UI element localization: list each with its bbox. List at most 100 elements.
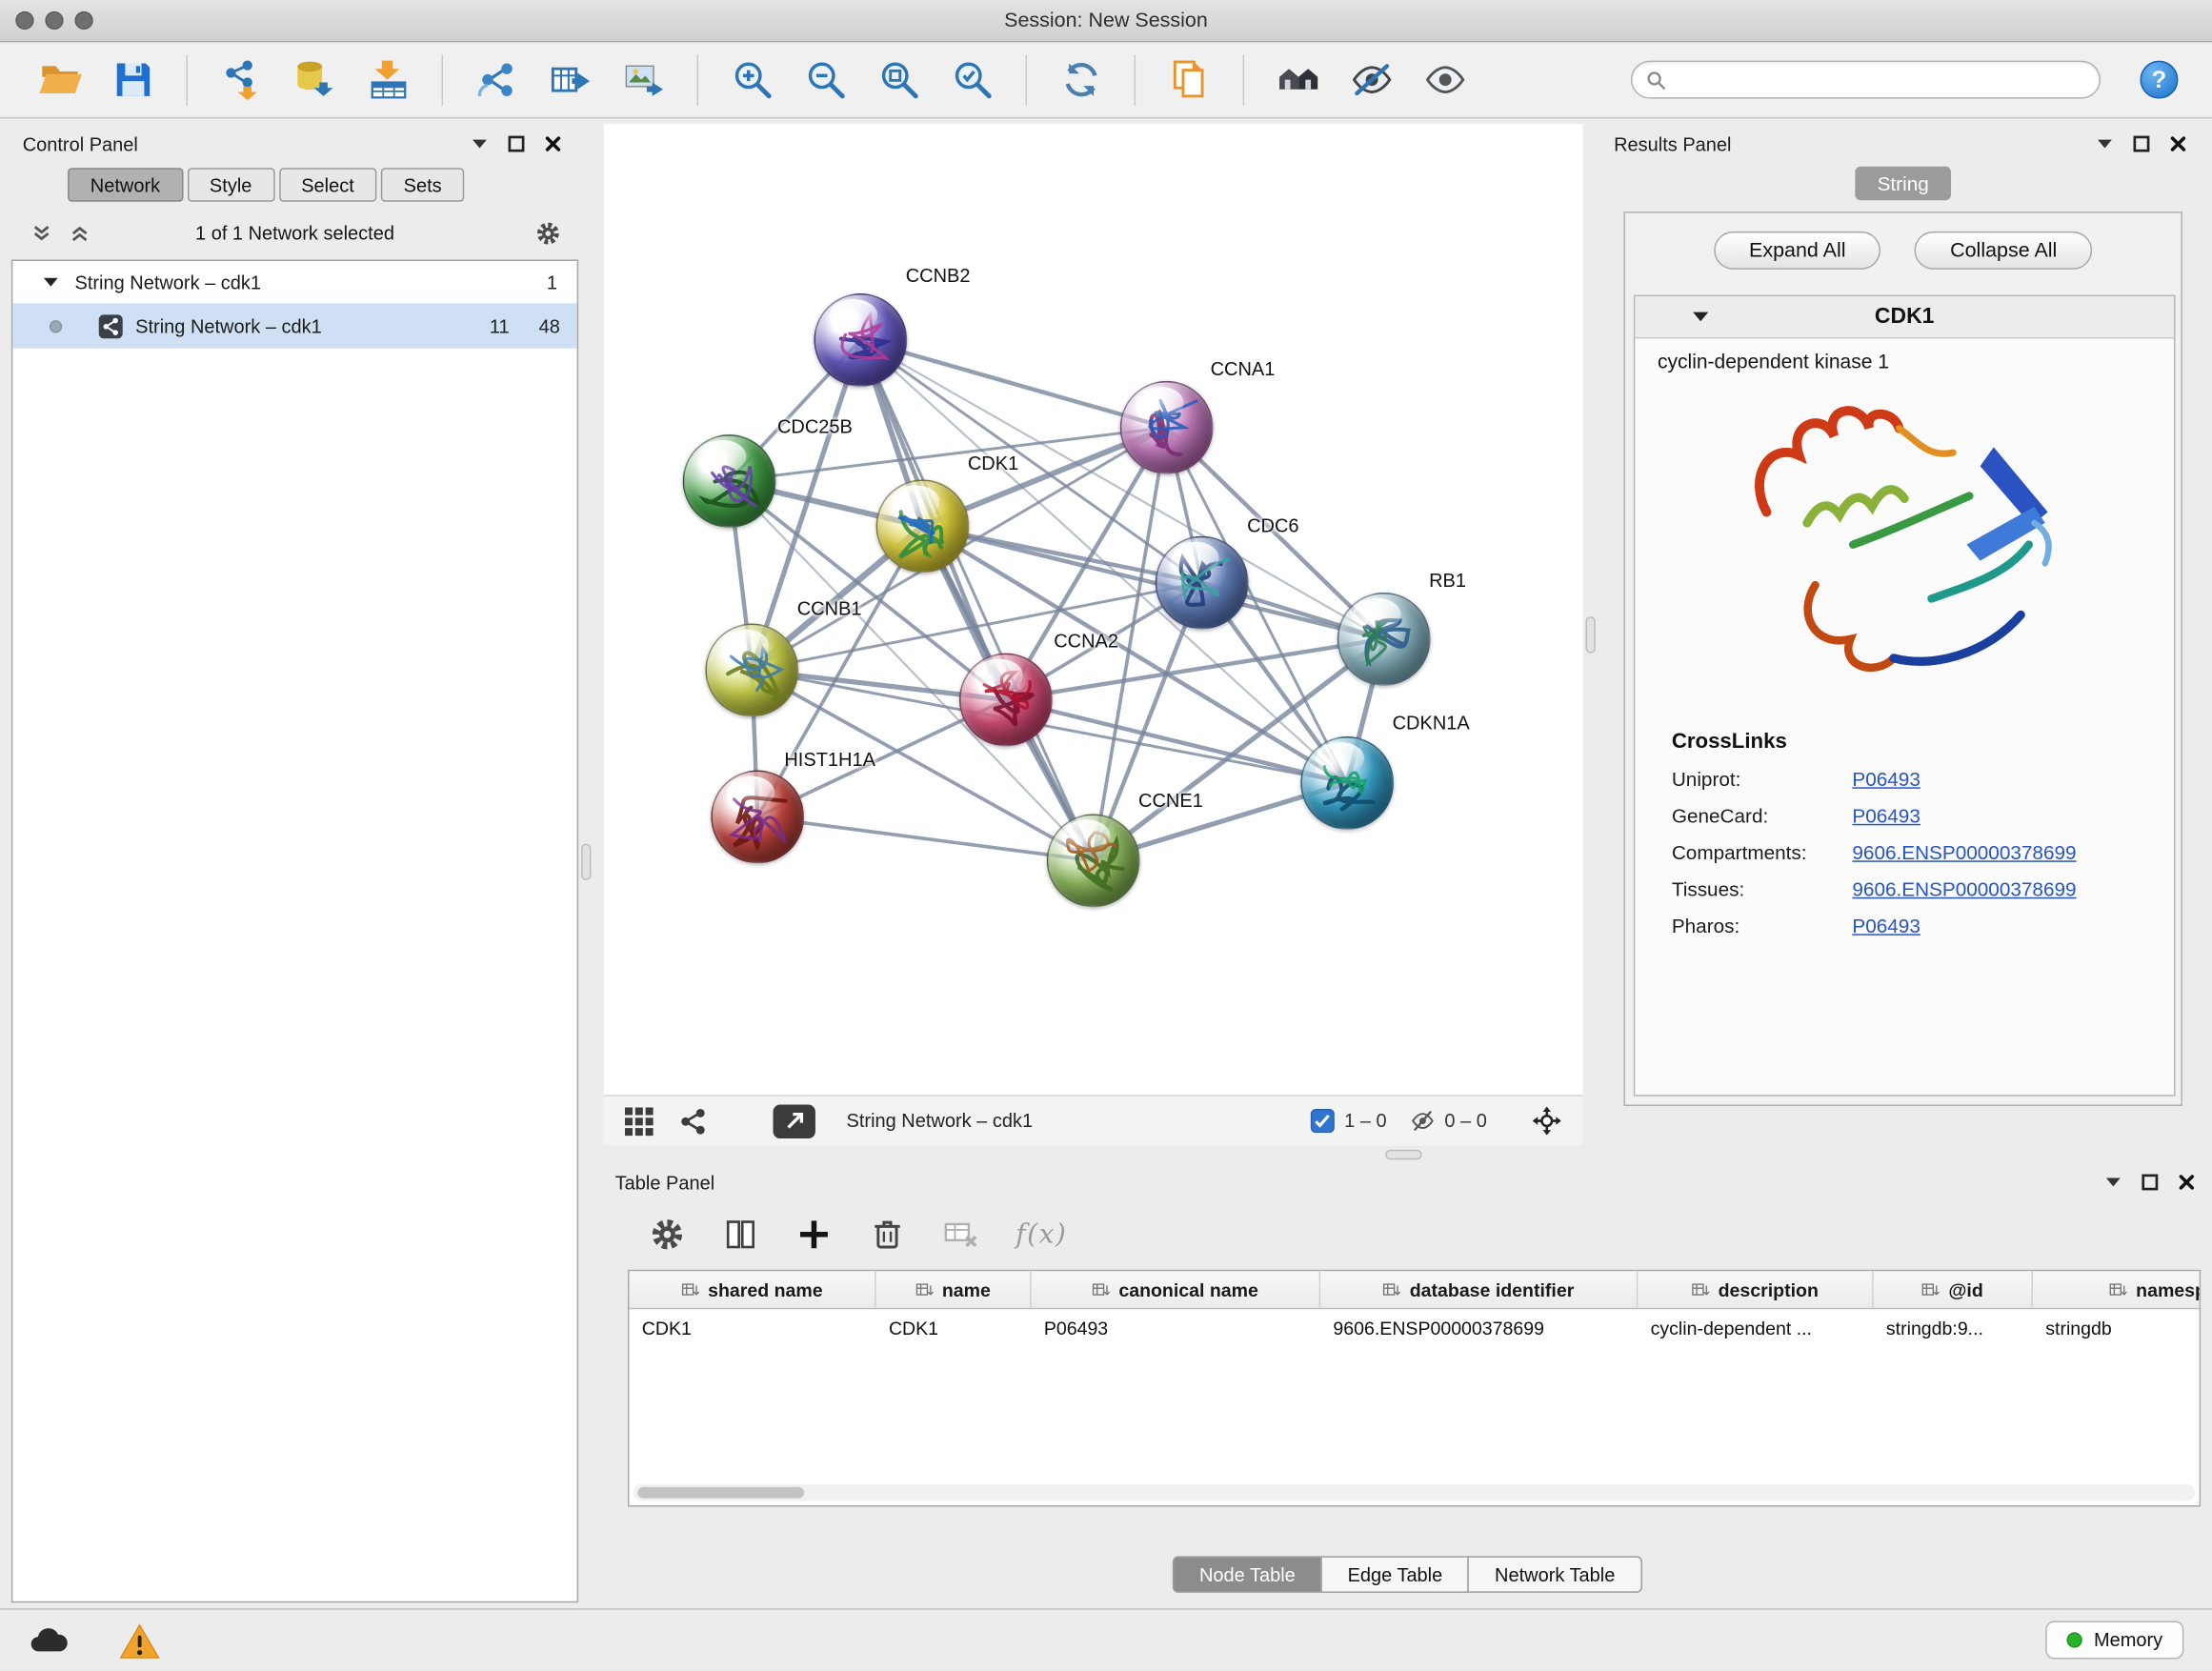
import-network-file-button[interactable] <box>213 50 270 110</box>
network-node-CCNB2[interactable] <box>814 293 907 387</box>
network-node-HIST1H1A[interactable] <box>711 771 804 864</box>
network-node-CDC6[interactable] <box>1156 536 1249 630</box>
network-node-CCNA2[interactable] <box>959 654 1053 747</box>
tab-network[interactable]: Network <box>68 168 183 202</box>
table-row[interactable]: CDK1CDK1P064939606.ENSP00000378699cyclin… <box>629 1309 2199 1346</box>
title-bar: Session: New Session <box>0 0 2212 42</box>
tab-style[interactable]: Style <box>187 168 274 202</box>
close-panel-icon[interactable] <box>2178 1174 2195 1191</box>
column-header-shared-name[interactable]: shared name <box>629 1271 875 1308</box>
column-header-namespace[interactable]: namespace <box>2033 1271 2201 1308</box>
close-panel-icon[interactable] <box>2170 135 2187 152</box>
tree-expander-icon[interactable] <box>44 276 58 288</box>
search-box[interactable] <box>1631 61 2101 99</box>
network-options-gear-icon[interactable] <box>534 219 561 246</box>
refresh-layout-button[interactable] <box>1053 50 1109 110</box>
crosslink-value[interactable]: P06493 <box>1852 915 1920 937</box>
close-window-button[interactable] <box>15 11 33 30</box>
network-node-RB1[interactable] <box>1337 593 1431 686</box>
network-node-CCNE1[interactable] <box>1047 814 1140 907</box>
memory-button[interactable]: Memory <box>2046 1621 2184 1660</box>
import-table-file-button[interactable] <box>360 50 416 110</box>
application-window: Session: New Session ? Control Panel Net… <box>0 0 2212 1670</box>
manage-columns-icon[interactable] <box>722 1217 759 1254</box>
network-node-CCNB1[interactable] <box>705 624 798 717</box>
tab-edge-table[interactable]: Edge Table <box>1320 1556 1469 1593</box>
fit-content-icon[interactable] <box>1511 1105 1563 1137</box>
tab-sets[interactable]: Sets <box>381 168 464 202</box>
network-canvas[interactable]: CCNB2CCNA1CDC25BCDK1CDC6RB1CCNB1CCNA2CDK… <box>604 124 1583 1095</box>
selected-checkbox-icon[interactable] <box>1311 1109 1335 1133</box>
crosslink-value[interactable]: 9606.ENSP00000378699 <box>1852 877 2076 900</box>
save-session-button[interactable] <box>105 50 161 110</box>
zoom-in-button[interactable] <box>724 50 780 110</box>
new-network-view-button[interactable] <box>469 50 525 110</box>
add-column-icon[interactable] <box>795 1217 833 1254</box>
collapse-all-button[interactable]: Collapse All <box>1915 232 2092 270</box>
tab-string[interactable]: String <box>1855 167 1952 201</box>
minimize-window-button[interactable] <box>45 11 63 30</box>
hide-selected-button[interactable] <box>1343 50 1399 110</box>
close-panel-icon[interactable] <box>545 135 562 152</box>
bottom-splitter-handle[interactable] <box>1385 1150 1422 1159</box>
network-node-CDKN1A[interactable] <box>1300 736 1394 830</box>
open-session-button[interactable] <box>31 50 88 110</box>
export-network-button[interactable] <box>542 50 598 110</box>
column-header--id[interactable]: @id <box>1874 1271 2033 1308</box>
gene-description: cyclin-dependent kinase 1 <box>1635 338 2174 373</box>
maximize-window-button[interactable] <box>74 11 92 30</box>
show-all-button[interactable] <box>1417 50 1473 110</box>
open-in-new-window-button[interactable] <box>774 1104 815 1138</box>
left-splitter-handle[interactable] <box>581 844 591 881</box>
node-table[interactable]: shared namenamecanonical namedatabase id… <box>628 1270 2201 1507</box>
column-header-label: namespace <box>2136 1278 2201 1299</box>
column-header-canonical-name[interactable]: canonical name <box>1032 1271 1321 1308</box>
zoom-selected-button[interactable] <box>944 50 1000 110</box>
network-overview-button[interactable] <box>1270 50 1326 110</box>
tab-node-table[interactable]: Node Table <box>1173 1556 1322 1593</box>
network-node-CDC25B[interactable] <box>683 434 776 528</box>
tab-network-table[interactable]: Network Table <box>1468 1556 1642 1593</box>
column-header-database-identifier[interactable]: database identifier <box>1320 1271 1638 1308</box>
maximize-panel-icon[interactable] <box>508 135 525 152</box>
crosslink-value[interactable]: 9606.ENSP00000378699 <box>1852 841 2076 864</box>
clone-network-button[interactable] <box>1161 50 1217 110</box>
delete-column-icon[interactable] <box>869 1217 906 1254</box>
maximize-panel-icon[interactable] <box>2142 1174 2159 1191</box>
gene-card-header[interactable]: CDK1 <box>1635 296 2174 338</box>
network-node-CDK1[interactable] <box>876 479 970 573</box>
network-collection-row[interactable]: String Network – cdk1 1 <box>12 261 576 303</box>
cloud-status-icon[interactable] <box>29 1621 70 1659</box>
scrollbar-thumb[interactable] <box>637 1487 804 1499</box>
table-cell: stringdb:9... <box>1874 1309 2033 1346</box>
zoom-out-button[interactable] <box>797 50 854 110</box>
column-header-description[interactable]: description <box>1638 1271 1873 1308</box>
warning-icon[interactable] <box>118 1621 160 1659</box>
share-network-icon[interactable] <box>677 1105 709 1137</box>
right-splitter-handle[interactable] <box>1585 616 1595 654</box>
float-panel-icon[interactable] <box>2104 1174 2122 1191</box>
zoom-fit-button[interactable] <box>871 50 927 110</box>
status-bar: Memory <box>0 1608 2212 1670</box>
import-network-database-button[interactable] <box>287 50 343 110</box>
crosslink-value[interactable]: P06493 <box>1852 768 1920 791</box>
network-node-CCNA1[interactable] <box>1120 381 1214 474</box>
table-settings-gear-icon[interactable] <box>649 1217 686 1254</box>
tab-select[interactable]: Select <box>279 168 377 202</box>
crosslink-value[interactable]: P06493 <box>1852 804 1920 827</box>
float-panel-icon[interactable] <box>2097 135 2114 152</box>
search-input[interactable] <box>1675 70 2085 91</box>
function-builder-icon[interactable]: f(x) <box>1016 1218 1067 1250</box>
column-header-name[interactable]: name <box>876 1271 1032 1308</box>
hidden-eye-icon[interactable] <box>1411 1109 1435 1133</box>
export-image-button[interactable] <box>615 50 672 110</box>
network-selection-row: 1 of 1 Network selected <box>11 214 578 252</box>
maximize-panel-icon[interactable] <box>2133 135 2150 152</box>
table-toolbar: f(x) <box>604 1205 2212 1264</box>
birds-eye-view-icon[interactable] <box>624 1105 655 1137</box>
help-button[interactable]: ? <box>2140 61 2178 99</box>
table-horizontal-scrollbar[interactable] <box>633 1484 2195 1501</box>
network-row-selected[interactable]: String Network – cdk1 11 48 <box>12 303 576 348</box>
expand-all-button[interactable]: Expand All <box>1714 232 1881 270</box>
float-panel-icon[interactable] <box>472 135 489 152</box>
